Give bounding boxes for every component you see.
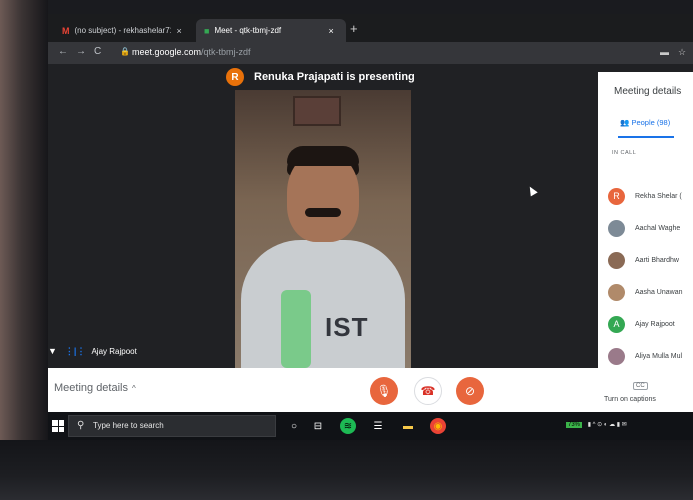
- tab-label: (no subject) - rekhashelar71@gr: [74, 26, 171, 35]
- avatar: [608, 283, 625, 301]
- screen: M (no subject) - rekhashelar71@gr × ■ Me…: [48, 14, 693, 440]
- participant-name: Aasha Unawan: [635, 288, 683, 296]
- mic-off-button[interactable]: 🎙: [370, 377, 398, 405]
- meeting-details-button[interactable]: Meeting details ^: [54, 382, 136, 394]
- wall-frame: [293, 96, 341, 126]
- new-tab-button[interactable]: +: [350, 21, 358, 36]
- tray-icons[interactable]: ▮ ^ ⊙ ◐ ☁ ▮ ✉: [588, 422, 627, 428]
- url-domain: meet.google.com: [132, 47, 202, 57]
- task-view-icon[interactable]: ⊟: [310, 418, 326, 434]
- file-explorer-icon[interactable]: ▬: [400, 418, 416, 434]
- presenter-banner: R Renuka Prajapati is presenting: [226, 66, 415, 88]
- camera-off-button[interactable]: ⊘: [456, 377, 484, 405]
- laptop-bezel-top: [0, 0, 693, 14]
- chevron-up-icon: ^: [132, 384, 136, 393]
- participant-row[interactable]: Aarti Bhardhw: [608, 248, 679, 272]
- people-icon: 👥: [620, 118, 630, 127]
- close-icon[interactable]: ×: [328, 26, 333, 36]
- video-person-mustache: [305, 208, 341, 217]
- app-icon[interactable]: ☰: [370, 418, 386, 434]
- tab-label: Meet - qtk-tbmj-zdf: [214, 26, 282, 35]
- avatar: R: [608, 187, 625, 205]
- meet-icon: ■: [204, 25, 210, 36]
- self-tile-label: ▼ ⋮|⋮ Ajay Rajpoot: [48, 343, 137, 359]
- windows-start-icon[interactable]: [52, 420, 64, 432]
- key-icon[interactable]: ▬: [660, 47, 669, 57]
- avatar: [608, 219, 625, 237]
- participant-name: Ajay Rajpoot: [635, 320, 675, 328]
- system-tray: 73% ▮ ^ ⊙ ◐ ☁ ▮ ✉: [566, 421, 627, 428]
- camera-off-icon: ⊘: [464, 384, 476, 398]
- browser-tab-bar: M (no subject) - rekhashelar71@gr × ■ Me…: [48, 14, 693, 42]
- participant-name: Aachal Waghe: [635, 224, 681, 232]
- participant-name: Rekha Shelar (: [635, 192, 682, 200]
- speaking-icon: ⋮|⋮: [64, 345, 86, 356]
- participant-row[interactable]: A Ajay Rajpoot: [608, 312, 675, 336]
- mic-off-icon: 🎙: [376, 384, 392, 398]
- laptop-bezel-bottom: [0, 440, 693, 500]
- participant-name: Aliya Mulla Mul: [635, 352, 683, 360]
- avatar: R: [226, 68, 244, 86]
- url-field[interactable]: meet.google.com/qtk-tbmj-zdf: [132, 47, 251, 57]
- panel-tabs: 👥 People (98): [598, 112, 693, 138]
- star-icon[interactable]: ☆: [678, 47, 686, 58]
- meeting-details-label: Meeting details: [54, 382, 128, 394]
- reload-icon[interactable]: C: [94, 46, 101, 57]
- avatar: [608, 347, 625, 365]
- meeting-controls-bar: Meeting details ^ 🎙 ☎ ⊘ CC Turn on captio…: [48, 368, 693, 412]
- cortana-icon[interactable]: ○: [286, 418, 302, 434]
- captions-icon[interactable]: CC: [633, 382, 648, 390]
- url-path: /qtk-tbmj-zdf: [201, 47, 251, 57]
- search-icon: ⚲: [77, 420, 85, 431]
- battery-indicator[interactable]: 73%: [566, 422, 583, 428]
- chrome-icon[interactable]: ◉: [430, 418, 446, 434]
- video-bottle: [281, 290, 311, 368]
- tab-meet[interactable]: ■ Meet - qtk-tbmj-zdf ×: [196, 19, 346, 42]
- tab-people[interactable]: 👥 People (98): [620, 118, 670, 127]
- video-person-shirt: [241, 240, 405, 368]
- forward-icon[interactable]: →: [76, 46, 86, 57]
- tab-gmail[interactable]: M (no subject) - rekhashelar71@gr ×: [54, 19, 194, 42]
- video-person-hair-top: [287, 146, 359, 166]
- spotify-icon[interactable]: ≋: [340, 418, 356, 434]
- hang-up-button[interactable]: ☎: [414, 377, 442, 405]
- participant-row[interactable]: Aasha Unawan: [608, 280, 682, 304]
- phone-icon: ☎: [420, 384, 436, 398]
- tab-underline: [618, 136, 674, 138]
- gmail-icon: M: [62, 25, 70, 36]
- lock-icon: 🔒: [120, 47, 130, 56]
- laptop-bezel-left: [0, 0, 48, 500]
- avatar: [608, 251, 625, 269]
- tile-name: Ajay Rajpoot: [91, 346, 137, 356]
- participant-name: Aarti Bhardhw: [635, 256, 679, 264]
- presenter-video: IST: [235, 90, 411, 368]
- participant-row[interactable]: R Rekha Shelar (: [608, 184, 682, 208]
- in-call-heading: IN CALL: [612, 150, 637, 156]
- pin-icon[interactable]: ▼: [48, 346, 57, 356]
- taskbar-search-box[interactable]: ⚲ Type here to search: [68, 415, 276, 437]
- participant-row[interactable]: Aliya Mulla Mul: [608, 344, 682, 368]
- captions-label[interactable]: Turn on captions: [604, 396, 656, 403]
- presenting-text: Renuka Prajapati is presenting: [254, 71, 415, 83]
- avatar: A: [608, 315, 625, 333]
- back-icon[interactable]: ←: [58, 46, 68, 57]
- people-tab-label: People (98): [631, 118, 671, 127]
- shirt-text: IST: [325, 312, 369, 342]
- address-bar: ← → C 🔒 meet.google.com/qtk-tbmj-zdf ▬ ☆: [48, 42, 693, 64]
- participant-row[interactable]: Aachal Waghe: [608, 216, 680, 240]
- search-placeholder: Type here to search: [93, 421, 164, 430]
- windows-taskbar: ⚲ Type here to search ○ ⊟ ≋ ☰ ▬ ◉ 73% ▮ …: [48, 412, 693, 440]
- close-icon[interactable]: ×: [177, 26, 182, 36]
- mouse-cursor-icon: [526, 184, 538, 197]
- meeting-details-panel: Meeting details 👥 People (98) IN CALL RR…: [598, 72, 693, 368]
- panel-title: Meeting details: [614, 86, 682, 97]
